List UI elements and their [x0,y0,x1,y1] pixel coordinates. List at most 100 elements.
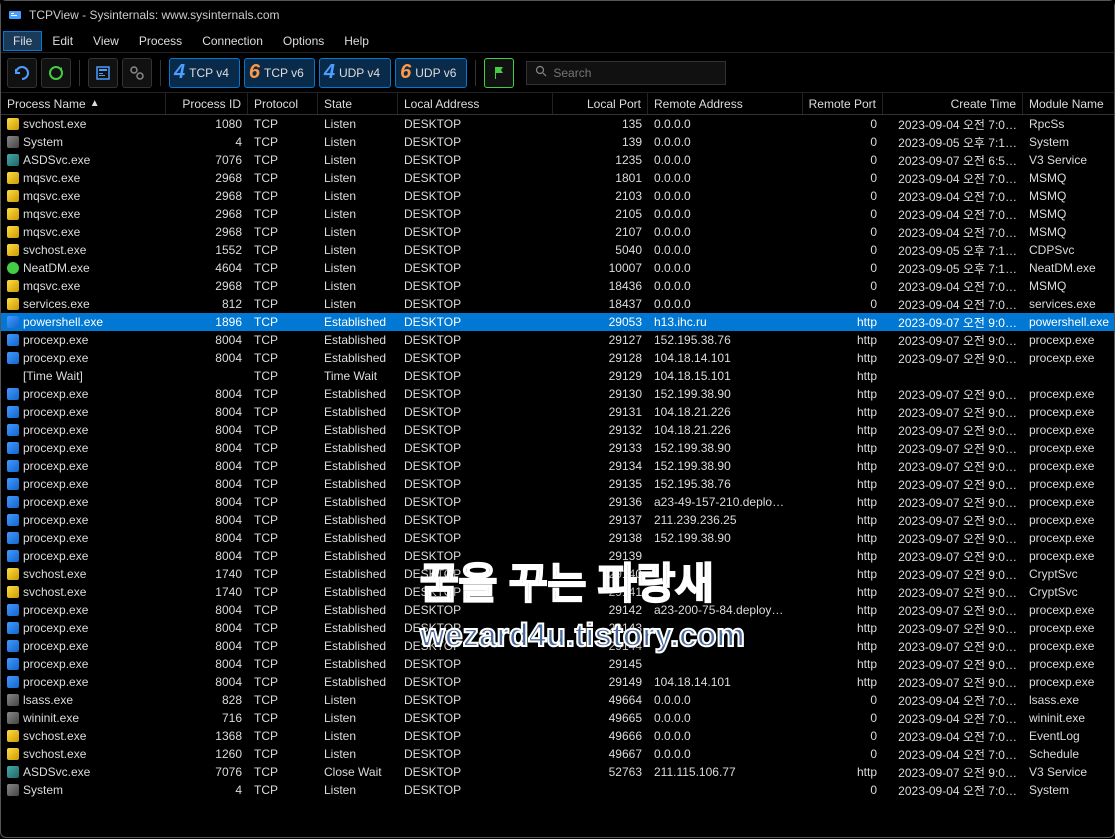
table-row[interactable]: mqsvc.exe2968TCPListenDESKTOP18010.0.0.0… [1,169,1114,187]
menu-help[interactable]: Help [334,31,379,51]
table-row[interactable]: procexp.exe8004TCPEstablishedDESKTOP2914… [1,673,1114,691]
column-header[interactable]: Remote Port [803,93,883,114]
filter-tcp-v6[interactable]: 6TCP v6 [244,58,315,88]
table-row[interactable]: procexp.exe8004TCPEstablishedDESKTOP2914… [1,619,1114,637]
table-row[interactable]: System4TCPListenDESKTOP02023-09-04 오전 7:… [1,781,1114,799]
table-row[interactable]: svchost.exe1740TCPEstablishedDESKTOP2914… [1,583,1114,601]
process-icon [7,730,19,742]
process-icon [7,766,19,778]
table-row[interactable]: svchost.exe1740TCPEstablishedDESKTOP2914… [1,565,1114,583]
table-row[interactable]: mqsvc.exe2968TCPListenDESKTOP21030.0.0.0… [1,187,1114,205]
menu-view[interactable]: View [83,31,129,51]
process-icon [7,658,19,670]
process-icon [7,280,19,292]
table-row[interactable]: ASDSvc.exe7076TCPClose WaitDESKTOP527632… [1,763,1114,781]
process-icon [7,388,19,400]
process-icon [7,640,19,652]
table-row[interactable]: lsass.exe828TCPListenDESKTOP496640.0.0.0… [1,691,1114,709]
table-row[interactable]: mqsvc.exe2968TCPListenDESKTOP184360.0.0.… [1,277,1114,295]
column-header[interactable]: Process ID [166,93,248,114]
autorefresh-button[interactable] [41,58,71,88]
settings-button[interactable] [122,58,152,88]
connection-table[interactable]: svchost.exe1080TCPListenDESKTOP1350.0.0.… [1,115,1114,839]
process-icon [7,424,19,436]
menu-options[interactable]: Options [273,31,334,51]
process-icon [7,586,19,598]
column-header[interactable]: Protocol [248,93,318,114]
table-row[interactable]: procexp.exe8004TCPEstablishedDESKTOP2913… [1,457,1114,475]
table-row[interactable]: procexp.exe8004TCPEstablishedDESKTOP2913… [1,385,1114,403]
menu-file[interactable]: File [3,31,42,51]
titlebar: TCPView - Sysinternals: www.sysinternals… [1,1,1114,29]
table-row[interactable]: procexp.exe8004TCPEstablishedDESKTOP2913… [1,403,1114,421]
table-row[interactable]: svchost.exe1080TCPListenDESKTOP1350.0.0.… [1,115,1114,133]
column-header[interactable]: Remote Address [648,93,803,114]
table-row[interactable]: procexp.exe8004TCPEstablishedDESKTOP2912… [1,349,1114,367]
table-row[interactable]: procexp.exe8004TCPEstablishedDESKTOP2913… [1,439,1114,457]
table-row[interactable]: svchost.exe1552TCPListenDESKTOP50400.0.0… [1,241,1114,259]
process-icon [7,496,19,508]
process-icon [7,550,19,562]
process-icon [7,514,19,526]
process-icon [7,172,19,184]
flag-button[interactable] [484,58,514,88]
column-header[interactable]: Create Time [883,93,1023,114]
table-row[interactable]: procexp.exe8004TCPEstablishedDESKTOP2913… [1,511,1114,529]
search-box[interactable] [526,61,726,85]
process-icon [7,478,19,490]
process-icon [7,622,19,634]
process-icon [7,118,19,130]
table-row[interactable]: procexp.exe8004TCPEstablishedDESKTOP2914… [1,601,1114,619]
column-header[interactable]: State [318,93,398,114]
table-row[interactable]: mqsvc.exe2968TCPListenDESKTOP21070.0.0.0… [1,223,1114,241]
process-icon [7,694,19,706]
window-title: TCPView - Sysinternals: www.sysinternals… [29,8,280,22]
table-row[interactable]: procexp.exe8004TCPEstablishedDESKTOP2913… [1,493,1114,511]
process-icon [7,298,19,310]
menu-edit[interactable]: Edit [42,31,83,51]
filter-udp-v6[interactable]: 6UDP v6 [395,58,467,88]
table-row[interactable]: procexp.exe8004TCPEstablishedDESKTOP2913… [1,529,1114,547]
column-header[interactable]: Process Name▲ [1,93,166,114]
process-icon [7,352,19,364]
process-icon [7,532,19,544]
table-row[interactable]: svchost.exe1368TCPListenDESKTOP496660.0.… [1,727,1114,745]
column-headers: Process Name▲Process IDProtocolStateLoca… [1,93,1114,115]
toolbar: 4TCP v46TCP v64UDP v46UDP v6 [1,53,1114,93]
table-row[interactable]: svchost.exe1260TCPListenDESKTOP496670.0.… [1,745,1114,763]
search-input[interactable] [553,66,717,80]
table-row[interactable]: [Time Wait]TCPTime WaitDESKTOP29129104.1… [1,367,1114,385]
process-icon [7,262,19,274]
app-icon [7,7,23,23]
process-icon [7,244,19,256]
column-header[interactable]: Local Address [398,93,553,114]
filter-tcp-v4[interactable]: 4TCP v4 [169,58,240,88]
table-row[interactable]: System4TCPListenDESKTOP1390.0.0.002023-0… [1,133,1114,151]
filter-udp-v4[interactable]: 4UDP v4 [319,58,391,88]
table-row[interactable]: procexp.exe8004TCPEstablishedDESKTOP2913… [1,475,1114,493]
process-icon [7,712,19,724]
table-row[interactable]: procexp.exe8004TCPEstablishedDESKTOP2914… [1,655,1114,673]
table-row[interactable]: procexp.exe8004TCPEstablishedDESKTOP2913… [1,547,1114,565]
table-row[interactable]: mqsvc.exe2968TCPListenDESKTOP21050.0.0.0… [1,205,1114,223]
menu-process[interactable]: Process [129,31,192,51]
process-icon [7,334,19,346]
process-icon [7,568,19,580]
table-row[interactable]: services.exe812TCPListenDESKTOP184370.0.… [1,295,1114,313]
table-row[interactable]: powershell.exe1896TCPEstablishedDESKTOP2… [1,313,1114,331]
table-row[interactable]: procexp.exe8004TCPEstablishedDESKTOP2912… [1,331,1114,349]
column-header[interactable]: Module Name [1023,93,1109,114]
table-row[interactable]: ASDSvc.exe7076TCPListenDESKTOP12350.0.0.… [1,151,1114,169]
process-icon [7,316,19,328]
table-row[interactable]: procexp.exe8004TCPEstablishedDESKTOP2913… [1,421,1114,439]
table-row[interactable]: procexp.exe8004TCPEstablishedDESKTOP2914… [1,637,1114,655]
process-icon [7,154,19,166]
refresh-button[interactable] [7,58,37,88]
table-row[interactable]: wininit.exe716TCPListenDESKTOP496650.0.0… [1,709,1114,727]
sort-asc-icon: ▲ [90,98,100,109]
properties-button[interactable] [88,58,118,88]
menu-connection[interactable]: Connection [192,31,273,51]
column-header[interactable]: Local Port [553,93,648,114]
process-icon [7,406,19,418]
table-row[interactable]: NeatDM.exe4604TCPListenDESKTOP100070.0.0… [1,259,1114,277]
